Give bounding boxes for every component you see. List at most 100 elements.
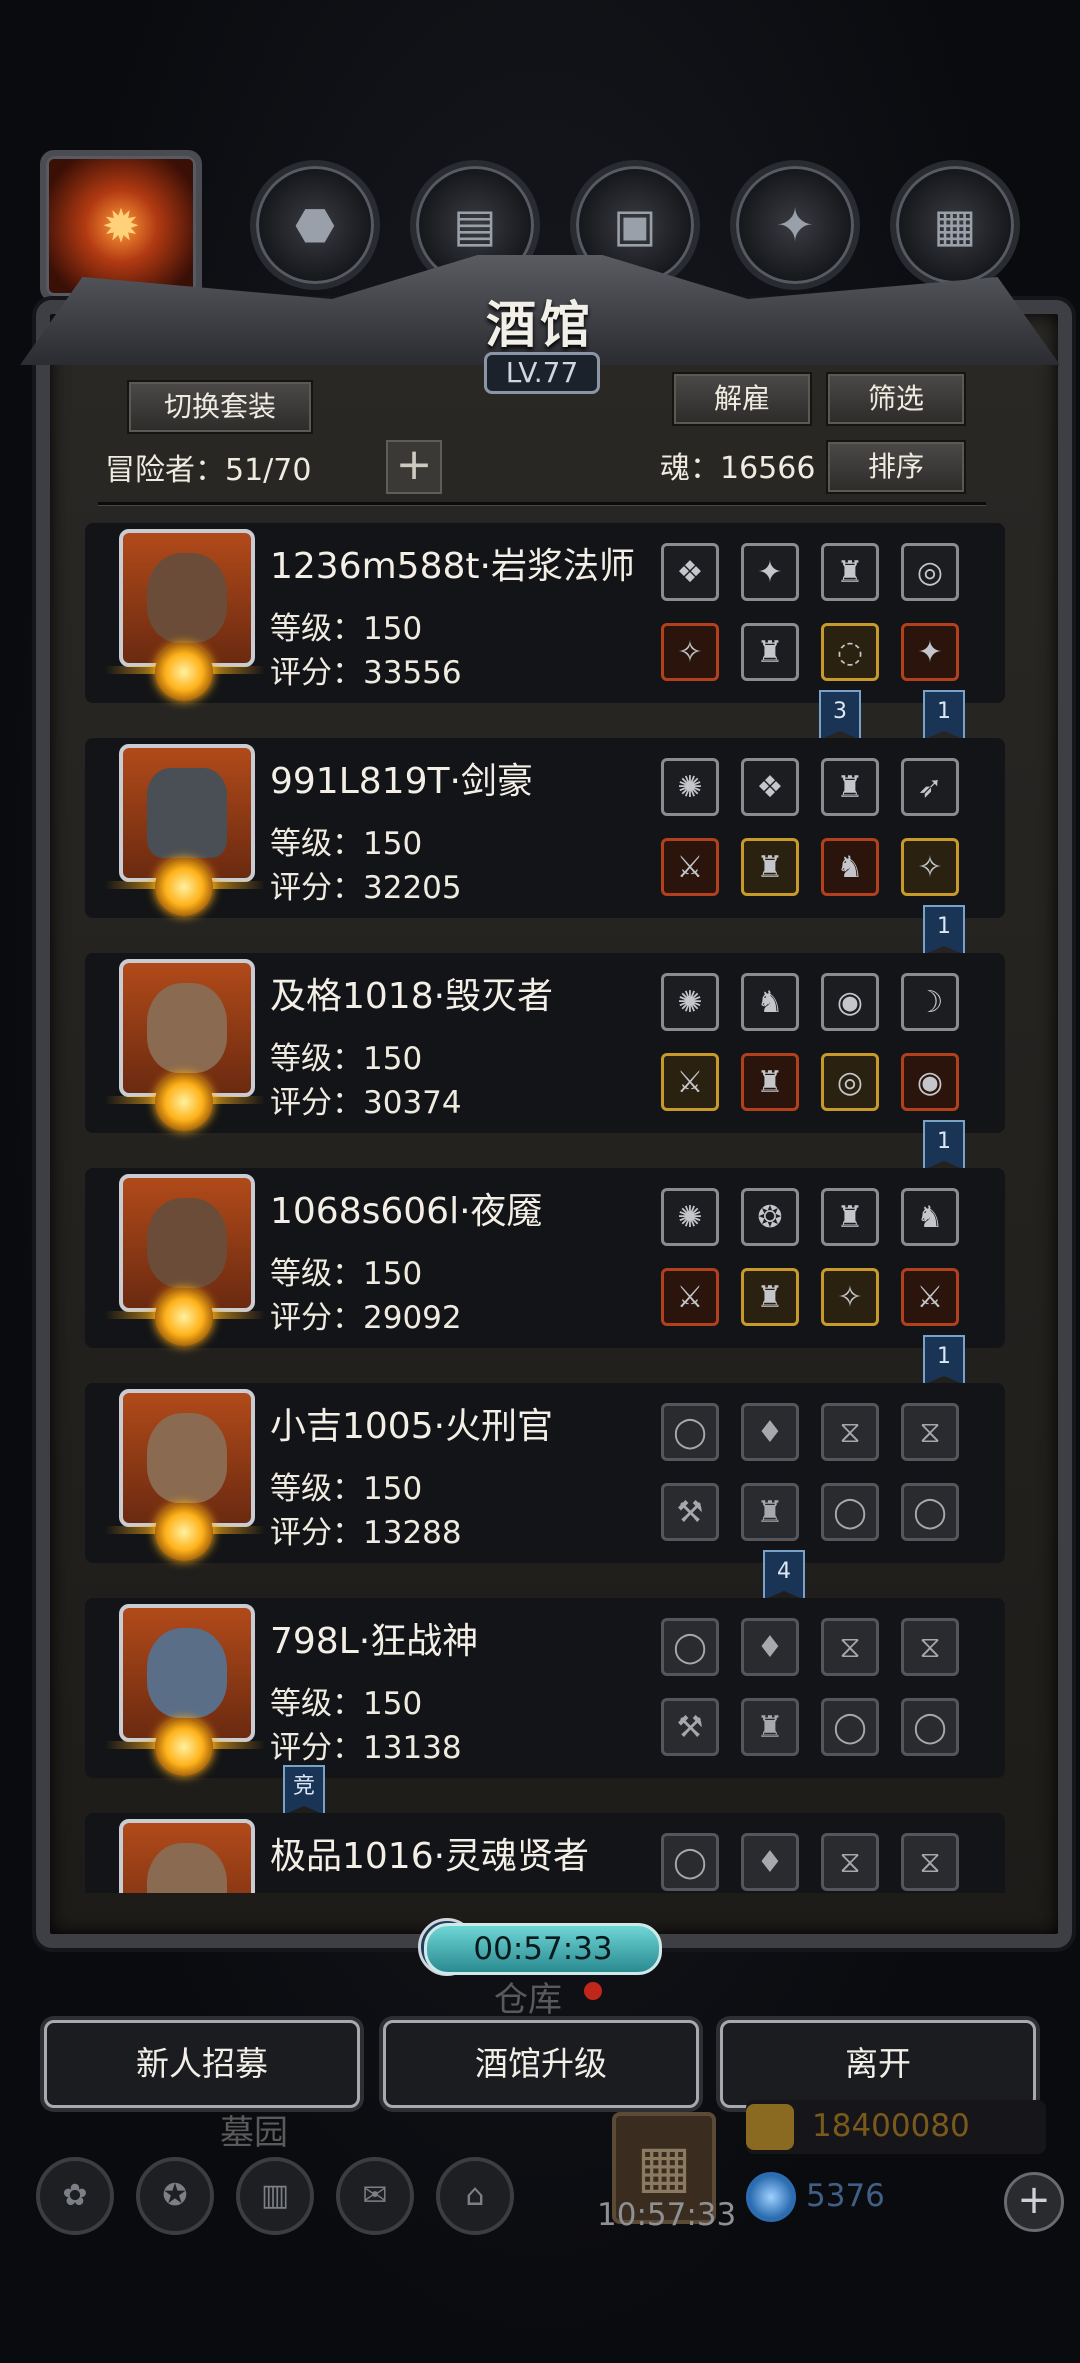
hero-card[interactable]: 991L819T·剑豪 等级：150 评分：32205 ✺ ❖ ♜ ➶ ⚔ ♜ … — [85, 738, 1005, 918]
empty-necklace-slot[interactable]: ◯ — [661, 1403, 719, 1461]
equipment-slot[interactable]: ◉ — [901, 1053, 959, 1111]
divider — [98, 502, 986, 505]
cemetery-label[interactable]: 墓园 — [220, 2105, 288, 2154]
hero-score: 评分：13138 — [270, 1730, 462, 1766]
equipment-slot[interactable]: ⚔ — [661, 838, 719, 896]
empty-necklace-slot[interactable]: ◯ — [661, 1833, 719, 1891]
equipment-slots: ◯ ♦ ⧖ ⧖ ⚒ ♜ ◯ ◯ — [661, 1598, 971, 1756]
hero-list[interactable]: 1236m588t·岩浆法师 等级：150 评分：33556 ❖ ✦ ♜ ◎ ✧… — [85, 515, 1005, 1893]
hero-card[interactable]: 798L·狂战神 等级：150 评分：13138 ◯ ♦ ⧖ ⧖ ⚒ ♜ ◯ ◯ — [85, 1598, 1005, 1778]
tavern-level-badge: LV.77 — [484, 352, 600, 394]
equipment-slot[interactable]: ◎ — [901, 543, 959, 601]
empty-orb-slot[interactable]: ♦ — [741, 1833, 799, 1891]
add-gem-button[interactable]: + — [1004, 2172, 1064, 2232]
upgrade-tavern-button[interactable]: 酒馆升级 — [383, 2020, 699, 2108]
empty-relic-slot[interactable]: ⧖ — [901, 1403, 959, 1461]
hero-portrait — [119, 1819, 255, 1893]
refresh-timer: 00:57:33 — [424, 1923, 662, 1975]
equipment-slot[interactable]: ♜ — [821, 543, 879, 601]
equipment-slot[interactable]: ✦ — [741, 543, 799, 601]
tab-heroes[interactable]: ✹ — [40, 150, 202, 302]
shop-icon[interactable]: ⌂ — [436, 2157, 514, 2235]
equipment-slots: ✺ ♞ ◉ ☽ ⚔ ♜ ◎ ◉ — [661, 953, 971, 1111]
menu-icon[interactable]: ✪ — [136, 2157, 214, 2235]
hero-level: 等级：150 — [270, 1471, 423, 1507]
warehouse-label[interactable]: 仓库 — [494, 1972, 562, 2021]
equipment-slot[interactable]: ♞ — [821, 838, 879, 896]
empty-ring-slot[interactable]: ◯ — [901, 1483, 959, 1541]
equipment-slot[interactable]: ☽ — [901, 973, 959, 1031]
equipment-slot[interactable]: ♞ — [741, 973, 799, 1031]
tab-crystals[interactable]: ✦ — [730, 160, 860, 290]
equipment-slot[interactable]: ♜ — [821, 1188, 879, 1246]
equipment-slot[interactable]: ◉ — [821, 973, 879, 1031]
arena-tag: 竞 — [283, 1765, 325, 1815]
empty-armor-slot[interactable]: ♜ — [741, 1698, 799, 1756]
hero-card[interactable]: 及格1018·毁灭者 等级：150 评分：30374 ✺ ♞ ◉ ☽ ⚔ ♜ ◎… — [85, 953, 1005, 1133]
equipment-slot[interactable]: ❖ — [661, 543, 719, 601]
hero-card[interactable]: 1236m588t·岩浆法师 等级：150 评分：33556 ❖ ✦ ♜ ◎ ✧… — [85, 523, 1005, 703]
empty-orb-slot[interactable]: ♦ — [741, 1618, 799, 1676]
equipment-slot[interactable]: ♞ — [901, 1188, 959, 1246]
empty-ring-slot[interactable]: ◯ — [821, 1483, 879, 1541]
equipment-slot[interactable]: ✧ — [901, 838, 959, 896]
equipment-slot[interactable]: ➶ — [901, 758, 959, 816]
page-title: 酒馆 — [486, 296, 594, 354]
menu-icon[interactable]: ▥ — [236, 2157, 314, 2235]
tab-materials[interactable]: ⬣ — [250, 160, 380, 290]
empty-ring-slot[interactable]: ◯ — [901, 1698, 959, 1756]
slot-count-tag: 1 — [923, 905, 965, 955]
empty-relic-slot[interactable]: ⧖ — [821, 1618, 879, 1676]
equipment-slot[interactable]: ◌ — [821, 623, 879, 681]
empty-orb-slot[interactable]: ♦ — [741, 1403, 799, 1461]
empty-relic-slot[interactable]: ⧖ — [901, 1618, 959, 1676]
equipment-slot[interactable]: ⚔ — [661, 1268, 719, 1326]
rank-medal-icon — [155, 1718, 213, 1776]
hero-card[interactable]: 1068s606l·夜魇 等级：150 评分：29092 ✺ ❂ ♜ ♞ ⚔ ♜… — [85, 1168, 1005, 1348]
hero-card[interactable]: 极品1016·灵魂贤者 ◯ ♦ ⧖ ⧖ — [85, 1813, 1005, 1893]
equipment-slot[interactable]: ❂ — [741, 1188, 799, 1246]
recruit-button[interactable]: 新人招募 — [44, 2020, 360, 2108]
hero-score: 评分：30374 — [270, 1085, 462, 1121]
add-slot-button[interactable]: + — [386, 440, 442, 494]
hero-card[interactable]: 小吉1005·火刑官 等级：150 评分：13288 ◯ ♦ ⧖ ⧖ ⚒ ♜ ◯… — [85, 1383, 1005, 1563]
equipment-slot[interactable]: ✧ — [661, 623, 719, 681]
empty-necklace-slot[interactable]: ◯ — [661, 1618, 719, 1676]
hero-name: 798L·狂战神 — [270, 1621, 479, 1662]
empty-relic-slot[interactable]: ⧖ — [821, 1833, 879, 1891]
mail-icon[interactable]: ✉ — [336, 2157, 414, 2235]
leave-button[interactable]: 离开 — [720, 2020, 1036, 2108]
adventurer-count: 冒险者：51/70 — [105, 453, 312, 488]
equipment-slot[interactable]: ♜ — [741, 623, 799, 681]
empty-relic-slot[interactable]: ⧖ — [901, 1833, 959, 1891]
equipment-slot[interactable]: ♜ — [741, 1053, 799, 1111]
equipment-slot[interactable]: ♜ — [821, 758, 879, 816]
equipment-slot[interactable]: ⚔ — [661, 1053, 719, 1111]
equipment-slot[interactable]: ✧ — [821, 1268, 879, 1326]
switch-outfit-button[interactable]: 切换套装 — [127, 380, 313, 434]
filter-button[interactable]: 筛选 — [826, 372, 966, 426]
empty-weapon-slot[interactable]: ⚒ — [661, 1483, 719, 1541]
equipment-slot[interactable]: ✦ — [901, 623, 959, 681]
gift-timer: 10:57:33 — [597, 2197, 737, 2233]
hero-name: 1236m588t·岩浆法师 — [270, 546, 635, 587]
menu-icon[interactable]: ✿ — [36, 2157, 114, 2235]
rank-medal-icon — [155, 1073, 213, 1131]
dismiss-button[interactable]: 解雇 — [672, 372, 812, 426]
sort-button[interactable]: 排序 — [826, 440, 966, 494]
equipment-slot[interactable]: ⚔ — [901, 1268, 959, 1326]
hero-score: 评分：32205 — [270, 870, 462, 906]
equipment-slot[interactable]: ◎ — [821, 1053, 879, 1111]
equipment-slot[interactable]: ✺ — [661, 1188, 719, 1246]
equipment-slot[interactable]: ✺ — [661, 758, 719, 816]
empty-relic-slot[interactable]: ⧖ — [821, 1403, 879, 1461]
equipment-slot[interactable]: ♜ — [741, 1268, 799, 1326]
tab-gear[interactable]: ▦ — [890, 160, 1020, 290]
empty-ring-slot[interactable]: ◯ — [821, 1698, 879, 1756]
equipment-slot[interactable]: ❖ — [741, 758, 799, 816]
empty-armor-slot[interactable]: ♜ — [741, 1483, 799, 1541]
hero-name: 991L819T·剑豪 — [270, 761, 533, 802]
equipment-slot[interactable]: ✺ — [661, 973, 719, 1031]
equipment-slot[interactable]: ♜ — [741, 838, 799, 896]
empty-weapon-slot[interactable]: ⚒ — [661, 1698, 719, 1756]
